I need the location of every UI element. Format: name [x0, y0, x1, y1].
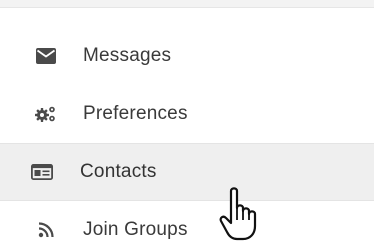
envelope-icon	[35, 45, 57, 67]
menu-item-contacts[interactable]: Contacts	[0, 143, 374, 201]
menu-panel: Messages Preferences Contacts Join Group…	[0, 0, 374, 248]
menu-item-label: Preferences	[83, 103, 188, 124]
contact-card-icon	[31, 161, 53, 183]
menu-item-preferences[interactable]: Preferences	[0, 85, 374, 143]
side-menu: Messages Preferences Contacts Join Group…	[0, 27, 374, 248]
hand-pointer-cursor-icon	[219, 186, 273, 242]
menu-item-label: Messages	[83, 45, 172, 66]
menu-item-join-groups[interactable]: Join Groups	[0, 201, 374, 248]
rss-feed-icon	[35, 219, 57, 241]
menu-item-label: Join Groups	[83, 219, 188, 240]
menu-item-messages[interactable]: Messages	[0, 27, 374, 85]
menu-item-label: Contacts	[80, 161, 157, 182]
panel-top-edge	[0, 0, 374, 8]
gears-icon	[35, 103, 57, 125]
